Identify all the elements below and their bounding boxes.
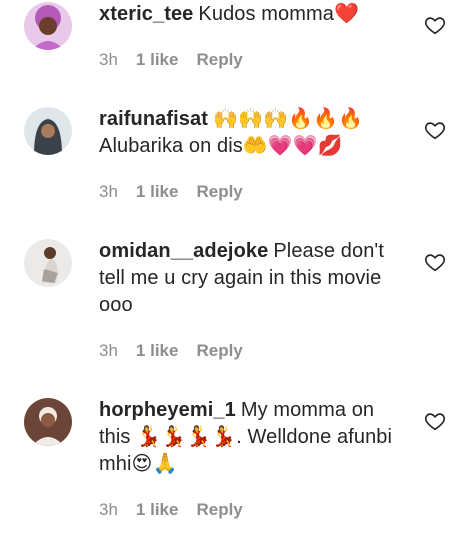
comment-likes[interactable]: 1 like bbox=[136, 50, 179, 69]
comment-username[interactable]: xteric_tee bbox=[99, 3, 193, 25]
comment-meta: 3h 1 like Reply bbox=[99, 500, 261, 520]
avatar-image bbox=[24, 398, 72, 446]
reply-button[interactable]: Reply bbox=[196, 182, 242, 201]
avatar[interactable] bbox=[24, 107, 72, 155]
comment-likes[interactable]: 1 like bbox=[136, 500, 179, 519]
comment-text-block: xteric_tee Kudos momma❤️ bbox=[99, 1, 404, 28]
comment-username[interactable]: horpheyemi_1 bbox=[99, 399, 236, 421]
comment-time: 3h bbox=[99, 500, 118, 519]
like-heart-icon[interactable] bbox=[424, 410, 446, 432]
like-heart-icon[interactable] bbox=[424, 119, 446, 141]
comment-likes[interactable]: 1 like bbox=[136, 341, 179, 360]
like-heart-icon[interactable] bbox=[424, 14, 446, 36]
comment-likes[interactable]: 1 like bbox=[136, 182, 179, 201]
reply-button[interactable]: Reply bbox=[196, 50, 242, 69]
comment-username[interactable]: omidan__adejoke bbox=[99, 240, 268, 262]
comment-time: 3h bbox=[99, 341, 118, 360]
comment-text-block: horpheyemi_1 My momma on this 💃💃💃💃. Welld… bbox=[99, 397, 404, 478]
avatar[interactable] bbox=[24, 2, 72, 50]
comment-text-block: raifunafisat 🙌🙌🙌🔥🔥🔥 Alubarika on dis🤲💗💗💋 bbox=[99, 106, 404, 160]
comment-meta: 3h 1 like Reply bbox=[99, 50, 261, 70]
comment-time: 3h bbox=[99, 50, 118, 69]
like-heart-icon[interactable] bbox=[424, 251, 446, 273]
reply-button[interactable]: Reply bbox=[196, 341, 242, 360]
avatar[interactable] bbox=[24, 398, 72, 446]
reply-button[interactable]: Reply bbox=[196, 500, 242, 519]
comment-username[interactable]: raifunafisat bbox=[99, 108, 208, 130]
comment-time: 3h bbox=[99, 182, 118, 201]
avatar[interactable] bbox=[24, 239, 72, 287]
avatar-image bbox=[24, 2, 72, 50]
comment-text: Kudos momma❤️ bbox=[198, 3, 360, 25]
avatar-image bbox=[24, 239, 72, 287]
comment-text-block: omidan__adejoke Please don't tell me u cr… bbox=[99, 238, 404, 319]
comment-meta: 3h 1 like Reply bbox=[99, 182, 261, 202]
avatar-image bbox=[24, 107, 72, 155]
comment-meta: 3h 1 like Reply bbox=[99, 341, 261, 361]
